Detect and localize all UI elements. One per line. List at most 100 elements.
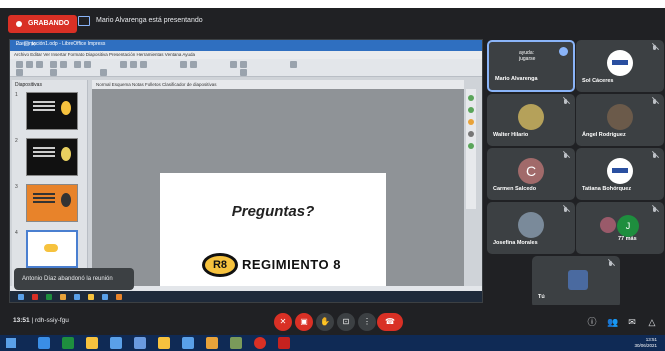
toolbar-icon[interactable] <box>16 61 23 68</box>
participant-name: Tatiana Bohórquez <box>582 186 632 192</box>
impress-menu-text[interactable]: Archivo Editar Ver Insertar Formato Diap… <box>14 52 195 57</box>
participant-name: Josefina Morales <box>493 240 538 246</box>
app-icon <box>60 294 66 300</box>
pdf-icon[interactable] <box>278 337 290 349</box>
toolbar-icon[interactable] <box>36 61 43 68</box>
logo-mark: R8 <box>212 259 228 271</box>
meet-controls-bar: 13:51 | rdh-ssiy-fgu ✕ ▣ ✋ ⊡ ⋮ ☎ ⓘ 👥 ✉ △ <box>0 305 665 335</box>
toolbar-icon[interactable] <box>290 61 297 68</box>
explorer-icon[interactable] <box>86 337 98 349</box>
toolbar-icon[interactable] <box>230 61 237 68</box>
more-options-icon[interactable] <box>559 47 568 56</box>
participant-name: Walter Hilario <box>493 132 529 138</box>
current-slide[interactable]: Preguntas? R8 REGIMIENTO 8 <box>160 173 386 294</box>
hand-icon[interactable]: ✋ <box>316 313 334 331</box>
app-icon <box>74 294 80 300</box>
participant-tile[interactable]: ayuda: jugarse Mario Alvarenga <box>487 40 575 92</box>
toolbar-icon[interactable] <box>190 61 197 68</box>
toolbar-icon[interactable] <box>60 61 67 68</box>
camera-off-icon[interactable]: ▣ <box>295 313 313 331</box>
app-icon[interactable] <box>230 337 242 349</box>
slide-number: 2 <box>15 138 18 144</box>
participant-name: Mario Alvarenga <box>495 76 538 82</box>
app-icon[interactable] <box>134 337 146 349</box>
participant-tile[interactable]: Ángel Rodríguez <box>576 94 664 146</box>
app-icon <box>18 294 24 300</box>
slide-thumbnail[interactable] <box>26 92 78 130</box>
toolbar-icon[interactable] <box>50 69 57 76</box>
start-button[interactable] <box>6 338 16 348</box>
regiment-logo: R8 <box>202 253 238 277</box>
slide-thumbnail-selected[interactable] <box>26 230 78 268</box>
toolbar-icon[interactable] <box>120 61 127 68</box>
self-tile[interactable]: Tú <box>532 256 620 308</box>
app-icon[interactable] <box>182 337 194 349</box>
toolbar-icon[interactable] <box>16 69 23 76</box>
windows-taskbar: 13:51 30/06/2021 <box>0 335 665 351</box>
meeting-time: 13:51 <box>13 317 30 324</box>
meet-header <box>0 8 665 40</box>
mail-icon[interactable] <box>62 337 74 349</box>
toolbar-icon[interactable] <box>100 69 107 76</box>
toolbar-icon[interactable] <box>240 61 247 68</box>
impress-titlebar: Presentación1.odp - LibreOffice Impress … <box>10 40 482 51</box>
app-icon[interactable] <box>158 337 170 349</box>
app-icon <box>102 294 108 300</box>
info-icon[interactable]: ⓘ <box>587 317 597 327</box>
toolbar-icon[interactable] <box>180 61 187 68</box>
present-now-icon[interactable]: ⊡ <box>337 313 355 331</box>
more-icon[interactable]: ⋮ <box>358 313 376 331</box>
styles-icon[interactable] <box>468 107 474 113</box>
participant-tile[interactable]: Tatiana Bohórquez <box>576 148 664 200</box>
edge-icon[interactable] <box>38 337 50 349</box>
animation-icon[interactable] <box>468 143 474 149</box>
participant-tile[interactable]: C Carmen Salcedo <box>487 148 575 200</box>
avatar <box>568 270 588 290</box>
participant-tile[interactable]: Walter Hilario <box>487 94 575 146</box>
hang-up-icon[interactable]: ☎ <box>377 313 403 331</box>
people-icon[interactable]: 👥 <box>607 317 618 327</box>
taskbar-date: 30/06/2021 <box>634 343 657 348</box>
app-icon[interactable] <box>110 337 122 349</box>
chrome-icon[interactable] <box>254 337 266 349</box>
taskbar-clock: 13:51 30/06/2021 <box>634 337 657 349</box>
slide-thumbnail[interactable] <box>26 184 78 222</box>
mic-off-icon <box>608 261 614 269</box>
meeting-code: rdh-ssiy-fgu <box>34 317 69 324</box>
mic-off-icon <box>563 153 569 161</box>
toolbar-icon[interactable] <box>26 61 33 68</box>
toolbar-icon[interactable] <box>74 61 81 68</box>
slide-editor[interactable]: Normal Esquema Notas Folletos Clasificad… <box>92 80 464 294</box>
avatar <box>518 212 544 238</box>
activities-icon[interactable]: △ <box>647 317 657 327</box>
avatar <box>600 217 616 233</box>
chat-icon[interactable]: ✉ <box>627 317 637 327</box>
slide-thumbnail[interactable] <box>26 138 78 176</box>
toolbar-icon[interactable] <box>240 69 247 76</box>
properties-icon[interactable] <box>468 95 474 101</box>
slide-number: 4 <box>15 230 18 236</box>
notification-toast: Antonio Díaz abandonó la reunión <box>14 268 134 290</box>
view-tabs-text[interactable]: Normal Esquema Notas Folletos Clasificad… <box>96 82 217 87</box>
avatar <box>518 104 544 130</box>
mic-off-icon[interactable]: ✕ <box>274 313 292 331</box>
recording-badge[interactable]: GRABANDO <box>8 15 78 33</box>
participant-tile[interactable]: Sol Cáceres <box>576 40 664 92</box>
participant-tile[interactable]: J 77 más <box>576 202 664 254</box>
shared-taskbar <box>10 291 482 302</box>
toolbar-icon[interactable] <box>140 61 147 68</box>
participant-name: Sol Cáceres <box>582 78 614 84</box>
slide-number: 3 <box>15 184 18 190</box>
toolbar-icon[interactable] <box>130 61 137 68</box>
toolbar-icon[interactable] <box>84 61 91 68</box>
gallery-icon[interactable] <box>468 119 474 125</box>
app-icon[interactable] <box>206 337 218 349</box>
slides-pane-title: Diapositivas <box>15 82 42 88</box>
participant-tile[interactable]: Josefina Morales <box>487 202 575 254</box>
mic-off-icon <box>652 153 658 161</box>
navigator-icon[interactable] <box>468 131 474 137</box>
meeting-info: 13:51 | rdh-ssiy-fgu <box>13 317 69 324</box>
window-controls[interactable]: — ☐ ✕ <box>16 41 478 48</box>
mic-off-icon <box>652 99 658 107</box>
toolbar-icon[interactable] <box>50 61 57 68</box>
